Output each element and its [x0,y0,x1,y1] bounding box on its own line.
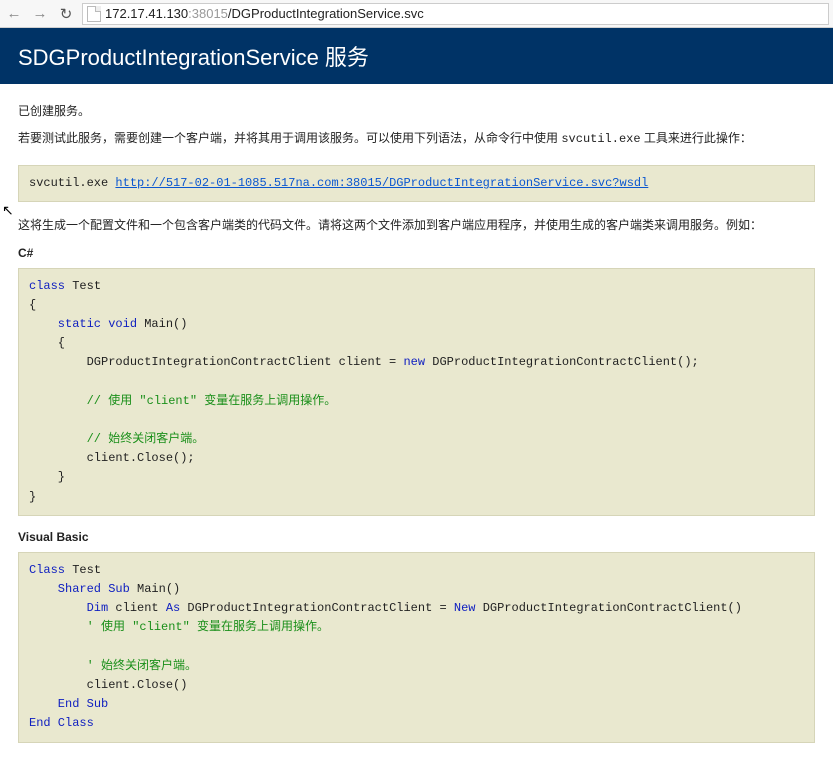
cursor-icon: ↖ [2,202,14,219]
vb-kw: As [166,601,180,615]
page-icon [87,6,101,22]
vb-kw: Sub [101,582,130,596]
url-path: /DGProductIntegrationService.svc [228,6,424,21]
vb-kw: Class [29,563,65,577]
test-intro-prefix: 若要测试此服务，需要创建一个客户端，并将其用于调用该服务。可以使用下列语法，从命… [18,131,561,145]
cs-txt: } [29,490,36,504]
test-intro-suffix: 工具来进行此操作： [641,131,752,145]
vb-kw: Class [51,716,94,730]
vb-comment: ' 始终关闭客户端。 [29,659,197,673]
csharp-label: C# [18,246,815,260]
page-title: SDGProductIntegrationService 服务 [0,28,833,84]
vb-txt: client [108,601,166,615]
url-host: 172.17.41.130 [105,6,188,21]
svcutil-command-box: svcutil.exe http://517-02-01-1085.517na.… [18,165,815,202]
cs-txt: { [29,336,65,350]
cs-txt: Main() [137,317,187,331]
forward-button[interactable]: → [30,4,50,24]
page-content: 已创建服务。 若要测试此服务，需要创建一个客户端，并将其用于调用该服务。可以使用… [0,84,833,769]
cs-comment: // 始终关闭客户端。 [29,432,204,446]
vb-kw: Dim [29,601,108,615]
cs-kw: static [29,317,101,331]
cs-kw: new [403,355,425,369]
cs-kw: void [101,317,137,331]
vb-txt: Main() [130,582,180,596]
cs-txt: client.Close(); [29,451,195,465]
vb-txt: DGProductIntegrationContractClient() [476,601,742,615]
svcutil-cmd-prefix: svcutil.exe [29,176,115,190]
vb-txt: client.Close() [29,678,187,692]
vb-label: Visual Basic [18,530,815,544]
test-instructions: 若要测试此服务，需要创建一个客户端，并将其用于调用该服务。可以使用下列语法，从命… [18,129,815,149]
cs-txt: Test [65,279,101,293]
browser-toolbar: ← → ↻ 172.17.41.130:38015/DGProductInteg… [0,0,833,28]
cs-txt: DGProductIntegrationContractClient clien… [29,355,403,369]
url-port: :38015 [188,6,228,21]
svcutil-name: svcutil.exe [561,132,640,146]
cs-txt: } [29,470,65,484]
vb-kw: End [29,716,51,730]
csharp-code-box: class Test { static void Main() { DGProd… [18,268,815,516]
vb-kw: End [29,697,79,711]
vb-kw: New [454,601,476,615]
address-bar[interactable]: 172.17.41.130:38015/DGProductIntegration… [82,3,829,25]
vb-comment: ' 使用 "client" 变量在服务上调用操作。 [29,620,329,634]
cs-kw: class [29,279,65,293]
wsdl-link[interactable]: http://517-02-01-1085.517na.com:38015/DG… [115,176,648,190]
vb-kw: Shared [29,582,101,596]
vb-txt: Test [65,563,101,577]
vb-code-box: Class Test Shared Sub Main() Dim client … [18,552,815,743]
cs-txt: { [29,298,36,312]
back-button[interactable]: ← [4,4,24,24]
cs-comment: // 使用 "client" 变量在服务上调用操作。 [29,394,336,408]
service-created-text: 已创建服务。 [18,102,815,119]
reload-button[interactable]: ↻ [56,4,76,24]
cs-txt: DGProductIntegrationContractClient(); [425,355,699,369]
generated-files-text: 这将生成一个配置文件和一个包含客户端类的代码文件。请将这两个文件添加到客户端应用… [18,216,815,235]
vb-kw: Sub [79,697,108,711]
vb-txt: DGProductIntegrationContractClient = [180,601,454,615]
